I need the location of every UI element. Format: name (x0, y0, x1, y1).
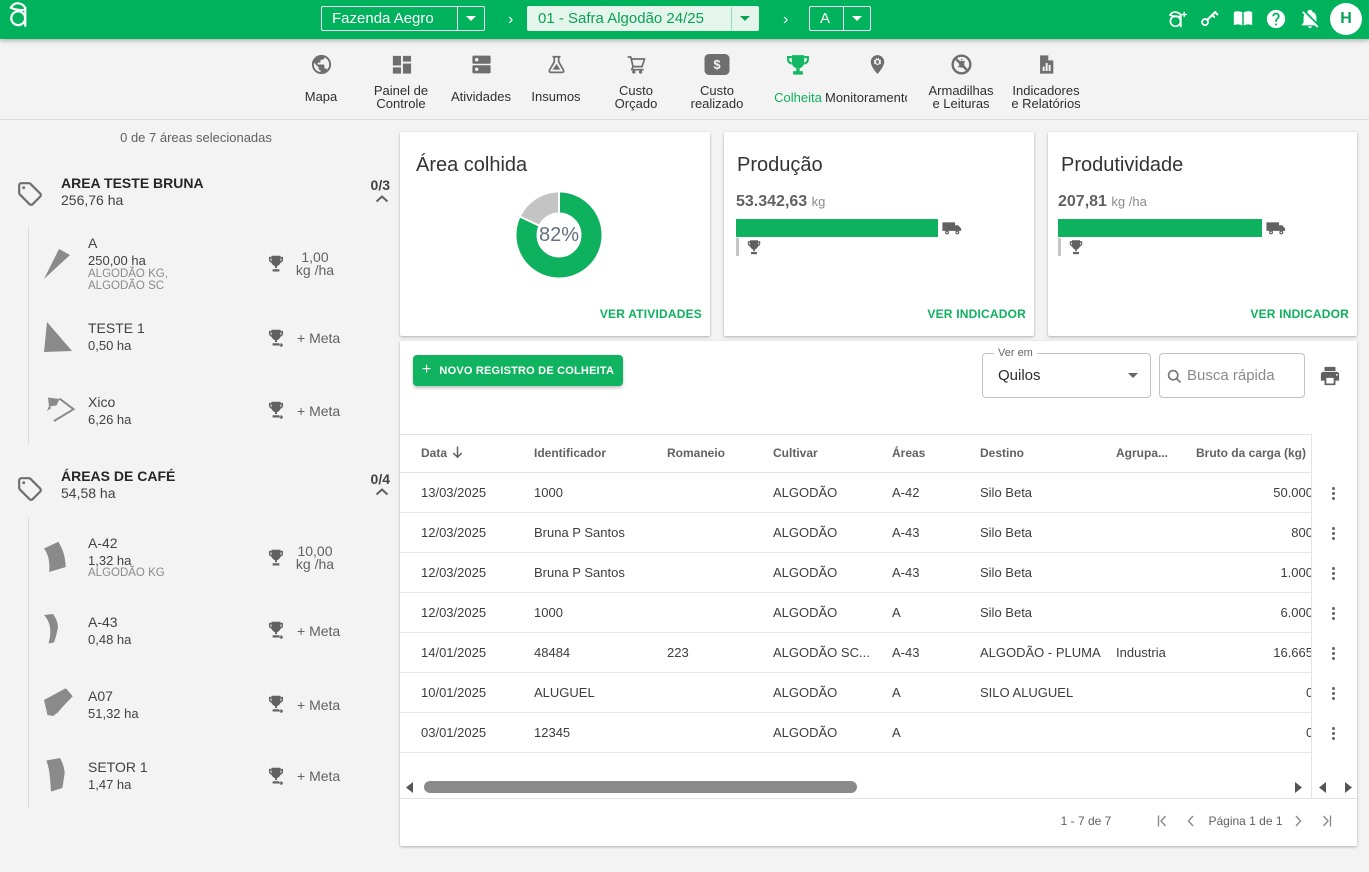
svg-text:$: $ (713, 57, 721, 72)
